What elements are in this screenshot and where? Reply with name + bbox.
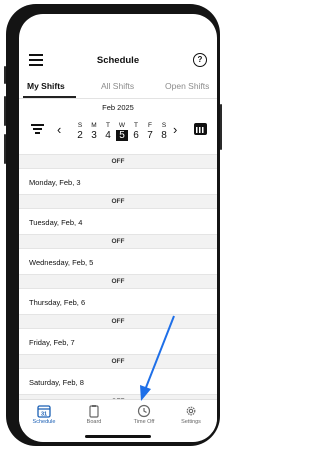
annotation-arrow	[140, 315, 175, 401]
